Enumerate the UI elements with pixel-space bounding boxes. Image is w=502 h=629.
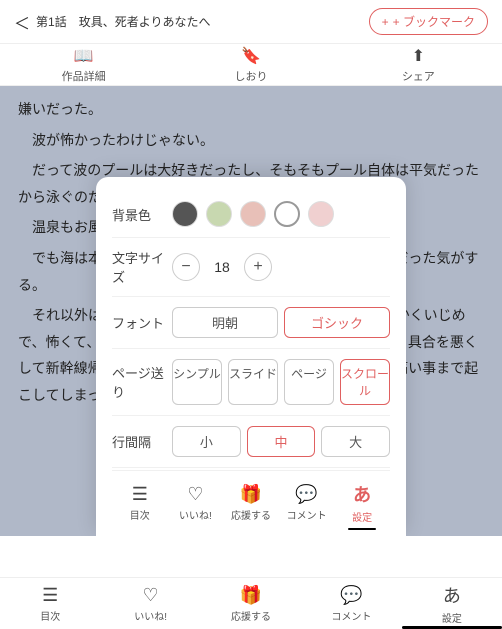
font-size-value: 18 [210,259,234,275]
bookmark-icon: + [382,15,389,29]
tab-share-label: シェア [402,68,435,84]
settings-nav-settings[interactable]: あ 設定 [334,477,390,528]
spacing-options: 小 中 大 [172,426,390,457]
app-header: ＜ 第1話 玫具、死者よりあなたへ + + ブックマーク [0,0,502,44]
like-icon: ♡ [187,484,203,505]
menu-icon: ☰ [132,484,148,505]
page-simple[interactable]: シンプル [172,359,222,405]
bottom-nav-settings[interactable]: あ 設定 [402,578,502,629]
bottom-menu-icon: ☰ [42,585,58,606]
settings-nav-settings-label: 設定 [352,509,372,524]
swatch-red-outline[interactable] [274,201,300,227]
font-options: 明朝 ゴシック [172,307,390,338]
bottom-comment-label: コメント [331,608,371,623]
settings-nav-like-label: いいね! [179,507,212,522]
page-page[interactable]: ページ [284,359,334,405]
font-size-plus[interactable]: + [244,253,272,281]
swatch-pink[interactable] [240,201,266,227]
tab-detail[interactable]: 📖 作品詳細 [0,44,167,85]
line-spacing-row: 行間隔 小 中 大 [112,416,390,468]
font-size-controls: − 18 + [172,253,390,281]
color-swatch-group [172,201,334,227]
bottom-menu-label: 目次 [40,608,60,623]
font-size-label: 文字サイズ [112,248,172,286]
bookmark-tab-icon: 🔖 [241,46,261,66]
font-option-group: 明朝 ゴシック [172,307,390,338]
tab-detail-label: 作品詳細 [62,68,106,84]
swatch-light-pink[interactable] [308,201,334,227]
tab-bookmark[interactable]: 🔖 しおり [167,44,334,85]
share-icon: ⬆ [412,46,425,66]
page-slide[interactable]: スライド [228,359,278,405]
bottom-support-label: 応援する [231,608,271,623]
bottom-comment-icon: 💬 [340,585,362,606]
spacing-large[interactable]: 大 [321,426,390,457]
page-send-label: ページ送り [112,363,172,401]
settings-nav-comment[interactable]: 💬 コメント [279,477,335,528]
settings-nav-menu[interactable]: ☰ 目次 [112,477,168,528]
bottom-nav-like[interactable]: ♡ いいね! [100,578,200,629]
bg-color-row: 背景色 [112,191,390,238]
bottom-support-icon: 🎁 [240,585,262,606]
settings-nav-like[interactable]: ♡ いいね! [168,477,224,528]
header-left: ＜ 第1話 玫具、死者よりあなたへ [14,10,210,34]
font-label: フォント [112,313,172,332]
detail-icon: 📖 [74,46,94,66]
settings-nav-menu-label: 目次 [130,507,150,522]
support-icon: 🎁 [240,484,262,505]
spacing-medium[interactable]: 中 [247,426,316,457]
tab-bar: 📖 作品詳細 🔖 しおり ⬆ シェア [0,44,502,86]
text-line-2: 波が怖かったわけじゃない。 [18,127,484,154]
bookmark-button[interactable]: + + ブックマーク [369,8,488,35]
bottom-nav: ☰ 目次 ♡ いいね! 🎁 応援する 💬 コメント あ 設定 [0,577,502,629]
font-gothic[interactable]: ゴシック [284,307,390,338]
font-mincho[interactable]: 明朝 [172,307,278,338]
spacing-small[interactable]: 小 [172,426,241,457]
settings-bottom-nav: ☰ 目次 ♡ いいね! 🎁 応援する 💬 コメント あ 設定 [112,470,390,536]
settings-nav-comment-label: コメント [287,507,327,522]
comment-icon: 💬 [295,484,317,505]
bg-color-label: 背景色 [112,205,172,224]
page-options: シンプル スライド ページ スクロール [172,359,390,405]
font-size-minus[interactable]: − [172,253,200,281]
font-row: フォント 明朝 ゴシック [112,297,390,349]
bottom-settings-label: 設定 [442,610,462,625]
tab-share[interactable]: ⬆ シェア [335,44,502,85]
tab-bookmark-label: しおり [234,68,267,84]
bottom-like-label: いいね! [134,608,167,623]
reading-area: 嫌いだった。 波が怖かったわけじゃない。 だって波のプールは大好きだったし、そも… [0,86,502,536]
chapter-title: 第1話 玫具、死者よりあなたへ [36,13,210,30]
page-send-row: ページ送り シンプル スライド ページ スクロール [112,349,390,416]
font-size-group: − 18 + [172,253,390,281]
spacing-option-group: 小 中 大 [172,426,390,457]
bottom-nav-support[interactable]: 🎁 応援する [201,578,301,629]
bottom-nav-comment[interactable]: 💬 コメント [301,578,401,629]
page-option-group: シンプル スライド ページ スクロール [172,359,390,405]
bottom-settings-icon: あ [443,582,461,608]
bg-color-swatches [172,201,390,227]
font-size-row: 文字サイズ − 18 + [112,238,390,297]
swatch-dark[interactable] [172,201,198,227]
bottom-nav-menu[interactable]: ☰ 目次 [0,578,100,629]
bottom-like-icon: ♡ [143,585,159,606]
swatch-green[interactable] [206,201,232,227]
settings-nav-support[interactable]: 🎁 応援する [223,477,279,528]
page-scroll[interactable]: スクロール [340,359,390,405]
settings-nav-support-label: 応援する [231,507,271,522]
bookmark-label: + ブックマーク [393,13,475,30]
line-spacing-label: 行間隔 [112,432,172,451]
text-line-1: 嫌いだった。 [18,96,484,123]
back-icon[interactable]: ＜ [14,10,30,34]
settings-icon: あ [353,481,371,507]
settings-panel: 背景色 文字サイズ − 18 + [96,177,406,536]
